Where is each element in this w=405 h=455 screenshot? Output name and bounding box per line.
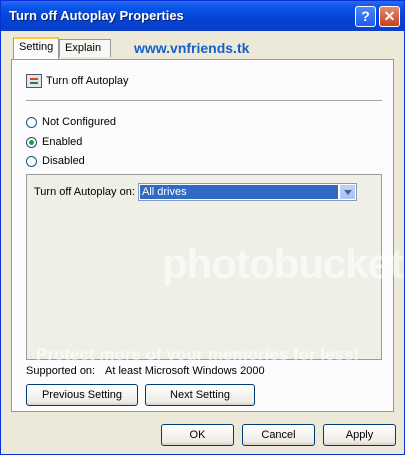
apply-button[interactable]: Apply xyxy=(323,424,396,446)
watermark-site-text: www.vnfriends.tk xyxy=(134,40,250,56)
radio-disabled-indicator[interactable] xyxy=(26,156,37,167)
radio-disabled-label: Disabled xyxy=(42,155,85,167)
supported-label: Supported on: xyxy=(26,365,96,377)
close-icon: ✕ xyxy=(383,8,396,24)
next-setting-button[interactable]: Next Setting xyxy=(145,384,255,406)
radio-enabled-indicator[interactable] xyxy=(26,137,37,148)
ok-button[interactable]: OK xyxy=(161,424,234,446)
autoplay-drives-value: All drives xyxy=(140,185,338,199)
tab-setting[interactable]: Setting xyxy=(13,37,59,59)
setting-panel: Turn off Autoplay Not Configured Enabled… xyxy=(11,59,404,412)
policy-name: Turn off Autoplay xyxy=(46,75,129,87)
watermark-tagline: Protect more of your memories for less! xyxy=(36,345,360,364)
radio-not-configured-indicator[interactable] xyxy=(26,117,37,128)
title-bar[interactable]: Turn off Autoplay Properties ? ✕ xyxy=(1,1,404,31)
window-title: Turn off Autoplay Properties xyxy=(9,8,184,23)
watermark-logo: photobucket xyxy=(162,240,404,287)
radio-enabled-label: Enabled xyxy=(42,136,83,148)
tab-explain[interactable]: Explain xyxy=(59,39,111,57)
autoplay-drives-label: Turn off Autoplay on: xyxy=(34,186,135,198)
help-icon: ? xyxy=(361,8,370,24)
help-button[interactable]: ? xyxy=(355,6,376,27)
divider xyxy=(26,100,382,102)
radio-not-configured-label: Not Configured xyxy=(42,116,116,128)
supported-value: At least Microsoft Windows 2000 xyxy=(105,365,265,377)
autoplay-drives-select[interactable]: All drives xyxy=(138,183,357,201)
policy-icon xyxy=(26,74,42,88)
cancel-button[interactable]: Cancel xyxy=(242,424,315,446)
previous-setting-button[interactable]: Previous Setting xyxy=(26,384,138,406)
chevron-down-icon[interactable] xyxy=(340,185,355,199)
close-button[interactable]: ✕ xyxy=(379,6,400,27)
properties-dialog: Turn off Autoplay Properties ? ✕ Setting… xyxy=(0,0,405,455)
